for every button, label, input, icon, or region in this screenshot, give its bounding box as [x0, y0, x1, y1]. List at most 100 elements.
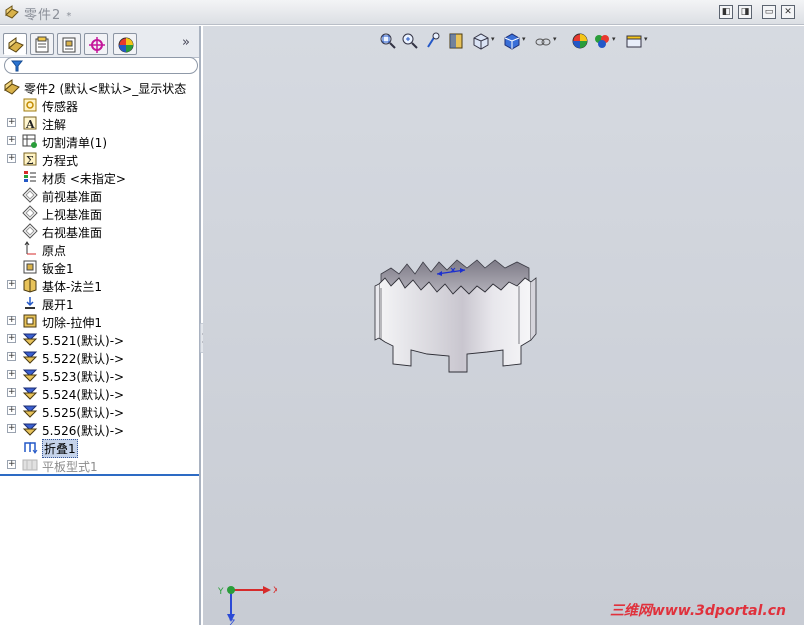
- tab-propertymanager[interactable]: [30, 33, 54, 55]
- tree-item-label: 5.525(默认)->: [42, 406, 125, 420]
- tree-expand-icon[interactable]: +: [7, 424, 16, 433]
- tree-item[interactable]: 上视基准面: [0, 204, 199, 222]
- z-axis-label: Z: [229, 619, 235, 625]
- zoom-to-fit-icon[interactable]: [379, 32, 397, 50]
- minimize-button[interactable]: ▭: [762, 5, 776, 19]
- tree-item[interactable]: +5.525(默认)->: [0, 402, 199, 420]
- graphics-area[interactable]: ▾ ▾ ▾ ▾ ▾ X Y Z 三维网www.3dportal.cn: [203, 26, 804, 625]
- view-settings-icon[interactable]: [625, 32, 643, 50]
- tree-expand-icon[interactable]: +: [7, 334, 16, 343]
- zoom-to-area-icon[interactable]: [401, 32, 419, 50]
- tree-item[interactable]: + 切割清单(1): [0, 132, 199, 150]
- tree-item[interactable]: 钣金1: [0, 258, 199, 276]
- displaymanager-icon: [118, 37, 134, 53]
- tree-item[interactable]: 原点: [0, 240, 199, 258]
- tree-item[interactable]: 右视基准面: [0, 222, 199, 240]
- tree-item[interactable]: + 基体-法兰1: [0, 276, 199, 294]
- tree-item[interactable]: 折叠1: [0, 438, 199, 458]
- tree-filter-input[interactable]: [4, 57, 198, 74]
- material-icon: [24, 171, 36, 182]
- rollback-bar[interactable]: [0, 474, 199, 476]
- dropdown-arrow-icon[interactable]: ▾: [522, 35, 526, 43]
- tree-item-label: 原点: [42, 244, 67, 258]
- tree-item[interactable]: + 切除-拉伸1: [0, 312, 199, 330]
- tree-item[interactable]: +5.522(默认)->: [0, 348, 199, 366]
- tree-item[interactable]: +5.526(默认)->: [0, 420, 199, 438]
- tree-expand-icon[interactable]: +: [7, 352, 16, 361]
- x-axis-label: X: [273, 586, 277, 596]
- tree-item[interactable]: 前视基准面: [0, 186, 199, 204]
- tile-right-button[interactable]: ◨: [738, 5, 752, 19]
- dropdown-arrow-icon[interactable]: ▾: [491, 35, 495, 43]
- tree-expand-icon[interactable]: +: [7, 388, 16, 397]
- document-title: 零件2 *: [24, 8, 73, 23]
- tree-item-label: 零件2 (默认<默认>_显示状态: [24, 82, 187, 96]
- tab-dimxpertmanager[interactable]: [84, 33, 108, 55]
- tree-item[interactable]: 展开1: [0, 294, 199, 312]
- tree-item-label: 方程式: [42, 154, 79, 168]
- propertymanager-icon: [35, 36, 49, 53]
- sheetmetal-icon: [23, 260, 37, 274]
- library-feature-icon: [22, 369, 38, 382]
- section-view-icon[interactable]: [447, 32, 465, 50]
- tree-item[interactable]: +5.523(默认)->: [0, 366, 199, 384]
- library-feature-icon: [22, 351, 38, 364]
- tree-item-label: 5.523(默认)->: [42, 370, 125, 384]
- tree-expand-icon[interactable]: +: [7, 280, 16, 289]
- feature-manager-panel: » 零件2 (默认<默认>_显示状态 传感器 + A 注解 + 切割清单(1) + Σ 方程式 材质…: [0, 26, 201, 625]
- sheet-metal-part-model[interactable]: [371, 254, 541, 389]
- baseflange-icon: [23, 277, 37, 293]
- tab-featuremanager[interactable]: [3, 33, 27, 55]
- tree-item[interactable]: + Σ 方程式: [0, 150, 199, 168]
- tree-item[interactable]: +5.521(默认)->: [0, 330, 199, 348]
- title-bar: 零件2 * ◧ ◨ ▭ ✕: [0, 0, 804, 25]
- view-orientation-icon[interactable]: [472, 32, 490, 50]
- tree-expand-icon[interactable]: +: [7, 118, 16, 127]
- tree-expand-icon[interactable]: +: [7, 370, 16, 379]
- svg-text:Σ: Σ: [26, 154, 34, 167]
- filter-icon: [11, 60, 23, 72]
- library-feature-icon: [22, 423, 38, 436]
- tree-item[interactable]: 零件2 (默认<默认>_显示状态: [0, 78, 199, 96]
- tree-item-label: 5.526(默认)->: [42, 424, 125, 438]
- tree-item-label: 材质 <未指定>: [42, 172, 126, 186]
- dropdown-arrow-icon[interactable]: ▾: [644, 35, 648, 43]
- tree-expand-icon[interactable]: +: [7, 136, 16, 145]
- tree-item-label: 展开1: [42, 298, 74, 312]
- tree-item-label: 上视基准面: [42, 208, 103, 222]
- plane-icon: [22, 187, 38, 203]
- display-style-icon[interactable]: [503, 32, 521, 50]
- tab-configurationmanager[interactable]: [57, 33, 81, 55]
- hide-show-items-icon[interactable]: [534, 32, 552, 50]
- reference-triad: X Y Z: [217, 586, 277, 625]
- tree-item[interactable]: + A 注解: [0, 114, 199, 132]
- unfold-icon: [25, 297, 35, 309]
- tree-item-label: 右视基准面: [42, 226, 103, 240]
- tree-item[interactable]: +5.524(默认)->: [0, 384, 199, 402]
- dropdown-arrow-icon[interactable]: ▾: [553, 35, 557, 43]
- dropdown-arrow-icon[interactable]: ▾: [612, 35, 616, 43]
- y-axis-label: Y: [217, 587, 224, 597]
- tree-item[interactable]: 传感器: [0, 96, 199, 114]
- tree-expand-icon[interactable]: +: [7, 316, 16, 325]
- library-feature-icon: [22, 387, 38, 400]
- manager-tabstrip: »: [0, 26, 199, 58]
- library-feature-icon: [22, 405, 38, 418]
- tree-item[interactable]: + 平板型式1: [0, 456, 199, 474]
- close-button[interactable]: ✕: [781, 5, 795, 19]
- apply-scene-icon[interactable]: [593, 32, 611, 50]
- part-icon: [4, 79, 20, 95]
- edit-appearance-icon[interactable]: [571, 32, 589, 50]
- tree-item[interactable]: 材质 <未指定>: [0, 168, 199, 186]
- tree-item-label: 注解: [42, 118, 67, 132]
- previous-view-icon[interactable]: [425, 32, 443, 50]
- expand-panel-button[interactable]: »: [182, 35, 190, 50]
- tree-item-label: 平板型式1: [42, 460, 98, 474]
- tree-expand-icon[interactable]: +: [7, 406, 16, 415]
- tile-left-button[interactable]: ◧: [719, 5, 733, 19]
- part-document-icon: [5, 5, 19, 19]
- tree-item-label: 切割清单(1): [42, 136, 107, 150]
- tree-expand-icon[interactable]: +: [7, 460, 16, 469]
- tab-displaymanager[interactable]: [113, 33, 137, 55]
- tree-expand-icon[interactable]: +: [7, 154, 16, 163]
